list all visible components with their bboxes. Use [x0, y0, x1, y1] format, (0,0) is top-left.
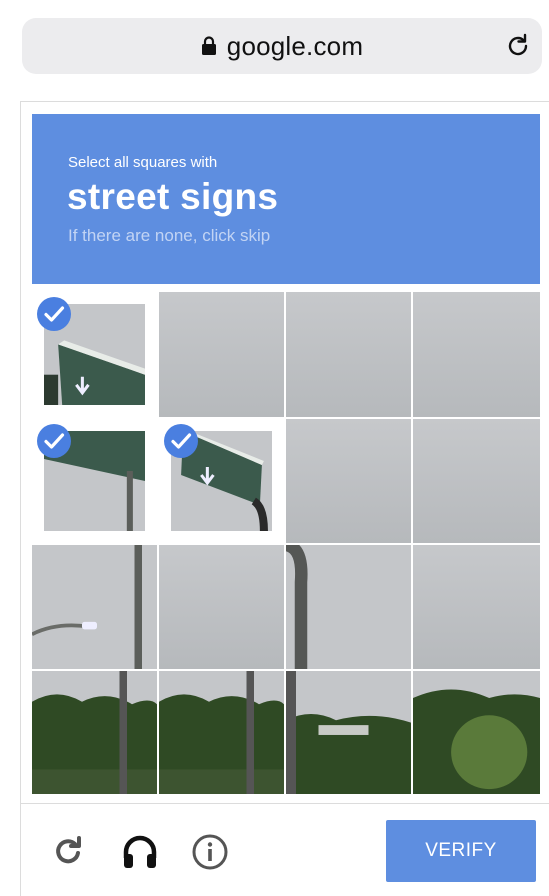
tile-image	[32, 545, 157, 669]
captcha-header: Select all squares with street signs If …	[32, 114, 540, 284]
captcha-tile[interactable]	[413, 292, 540, 417]
address-bar[interactable]: google.com	[22, 18, 542, 74]
captcha-target: street signs	[67, 176, 279, 217]
captcha-tile[interactable]	[159, 419, 284, 543]
url-display: google.com	[22, 18, 542, 74]
tile-image	[413, 419, 540, 543]
captcha-tile[interactable]	[286, 292, 411, 417]
tile-image	[159, 292, 284, 417]
checkmark-icon	[164, 424, 198, 458]
captcha-instruction: Select all squares with	[68, 154, 218, 171]
checkmark-icon	[37, 297, 71, 331]
tile-image	[159, 671, 284, 794]
verify-button[interactable]: VERIFY	[386, 820, 536, 882]
tile-image	[159, 545, 284, 669]
captcha-hint: If there are none, click skip	[68, 226, 271, 245]
tile-image	[286, 419, 411, 543]
reload-icon[interactable]	[48, 832, 88, 872]
captcha-tile[interactable]	[32, 545, 157, 669]
browser-reload-icon[interactable]	[504, 32, 532, 60]
headphones-icon[interactable]	[120, 832, 160, 872]
info-icon[interactable]	[190, 832, 230, 872]
captcha-tile[interactable]	[413, 671, 540, 794]
tile-image	[413, 292, 540, 417]
footer-divider	[20, 803, 549, 804]
tile-image	[413, 545, 540, 669]
captcha-grid	[32, 292, 540, 794]
captcha-tile[interactable]	[286, 671, 411, 794]
captcha-tile[interactable]	[286, 545, 411, 669]
tile-image	[286, 671, 411, 794]
captcha-tile[interactable]	[286, 419, 411, 543]
tile-image	[286, 545, 411, 669]
tile-image	[286, 292, 411, 417]
captcha-tile[interactable]	[32, 292, 157, 417]
tile-image	[32, 671, 157, 794]
checkmark-icon	[37, 424, 71, 458]
captcha-tile[interactable]	[32, 671, 157, 794]
captcha-tile[interactable]	[413, 419, 540, 543]
captcha-tile[interactable]	[413, 545, 540, 669]
captcha-tile[interactable]	[159, 545, 284, 669]
browser-toolbar: google.com	[0, 0, 549, 92]
captcha-tile[interactable]	[32, 419, 157, 543]
url-text: google.com	[226, 30, 364, 61]
captcha-tile[interactable]	[159, 671, 284, 794]
captcha-tile[interactable]	[159, 292, 284, 417]
lock-icon	[201, 36, 216, 55]
tile-image	[413, 671, 540, 794]
